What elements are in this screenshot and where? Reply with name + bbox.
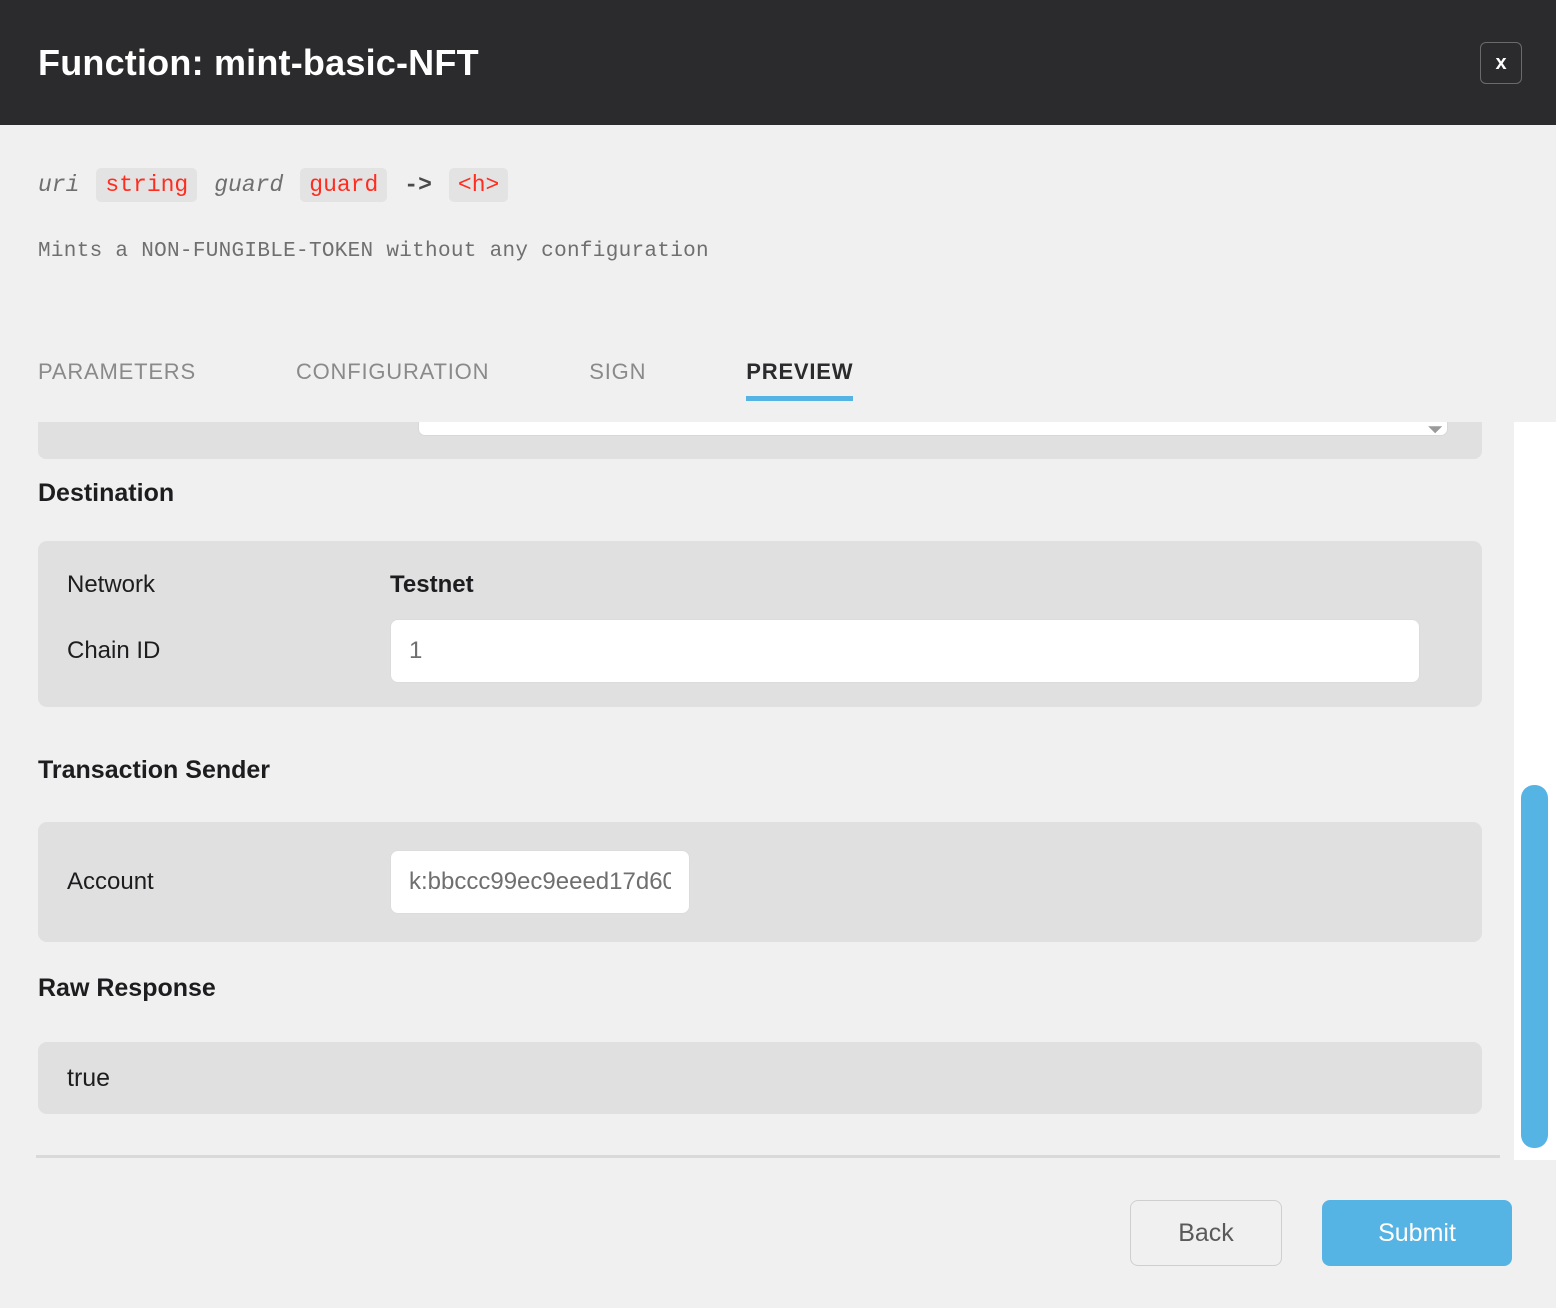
account-input[interactable] [390,850,690,914]
account-label: Account [67,868,154,895]
scrollbar-thumb[interactable] [1521,785,1548,1148]
page-title: Function: mint-basic-NFT [38,41,479,83]
tab-bar: PARAMETERS CONFIGURATION SIGN PREVIEW [0,355,1556,422]
param-name-guard: guard [214,172,284,198]
tab-configuration[interactable]: CONFIGURATION [296,355,489,401]
raw-response-value: true [38,1042,1482,1114]
destination-card: Network Testnet Chain ID [38,541,1482,707]
chain-id-label: Chain ID [67,637,161,664]
modal-header: Function: mint-basic-NFT x [0,0,1556,125]
raw-response-title: Raw Response [38,974,216,1002]
tab-sign[interactable]: SIGN [589,355,646,401]
network-value: Testnet [390,571,474,598]
function-modal: Function: mint-basic-NFT x uri string gu… [0,0,1556,1308]
account-row: Account [38,836,1482,928]
preview-scroll-body: ◢ Destination Network Testnet Chain ID T… [0,414,1556,1156]
signature-arrow-icon: -> [404,172,432,198]
function-description: Mints a NON-FUNGIBLE-TOKEN without any c… [38,240,709,263]
transaction-sender-title: Transaction Sender [38,756,271,784]
param-name-uri: uri [38,172,80,198]
chain-id-input[interactable] [390,619,1420,683]
submit-button[interactable]: Submit [1322,1200,1512,1266]
vertical-scrollbar[interactable] [1514,414,1556,1160]
chain-id-row: Chain ID [38,613,1482,689]
back-button[interactable]: Back [1130,1200,1282,1266]
tab-preview[interactable]: PREVIEW [746,355,854,401]
function-signature: uri string guard guard -> <h> [38,168,509,202]
param-type-uri: string [96,168,198,202]
destination-title: Destination [38,479,175,507]
tab-parameters[interactable]: PARAMETERS [38,355,196,401]
close-icon[interactable]: x [1480,41,1522,84]
network-row: Network Testnet [38,557,1482,613]
network-label: Network [67,571,156,598]
modal-footer: Back Submit [0,1158,1556,1308]
signature-return-type: <h> [448,168,509,202]
param-type-guard: guard [300,168,388,202]
transaction-sender-card: Account [38,822,1482,942]
